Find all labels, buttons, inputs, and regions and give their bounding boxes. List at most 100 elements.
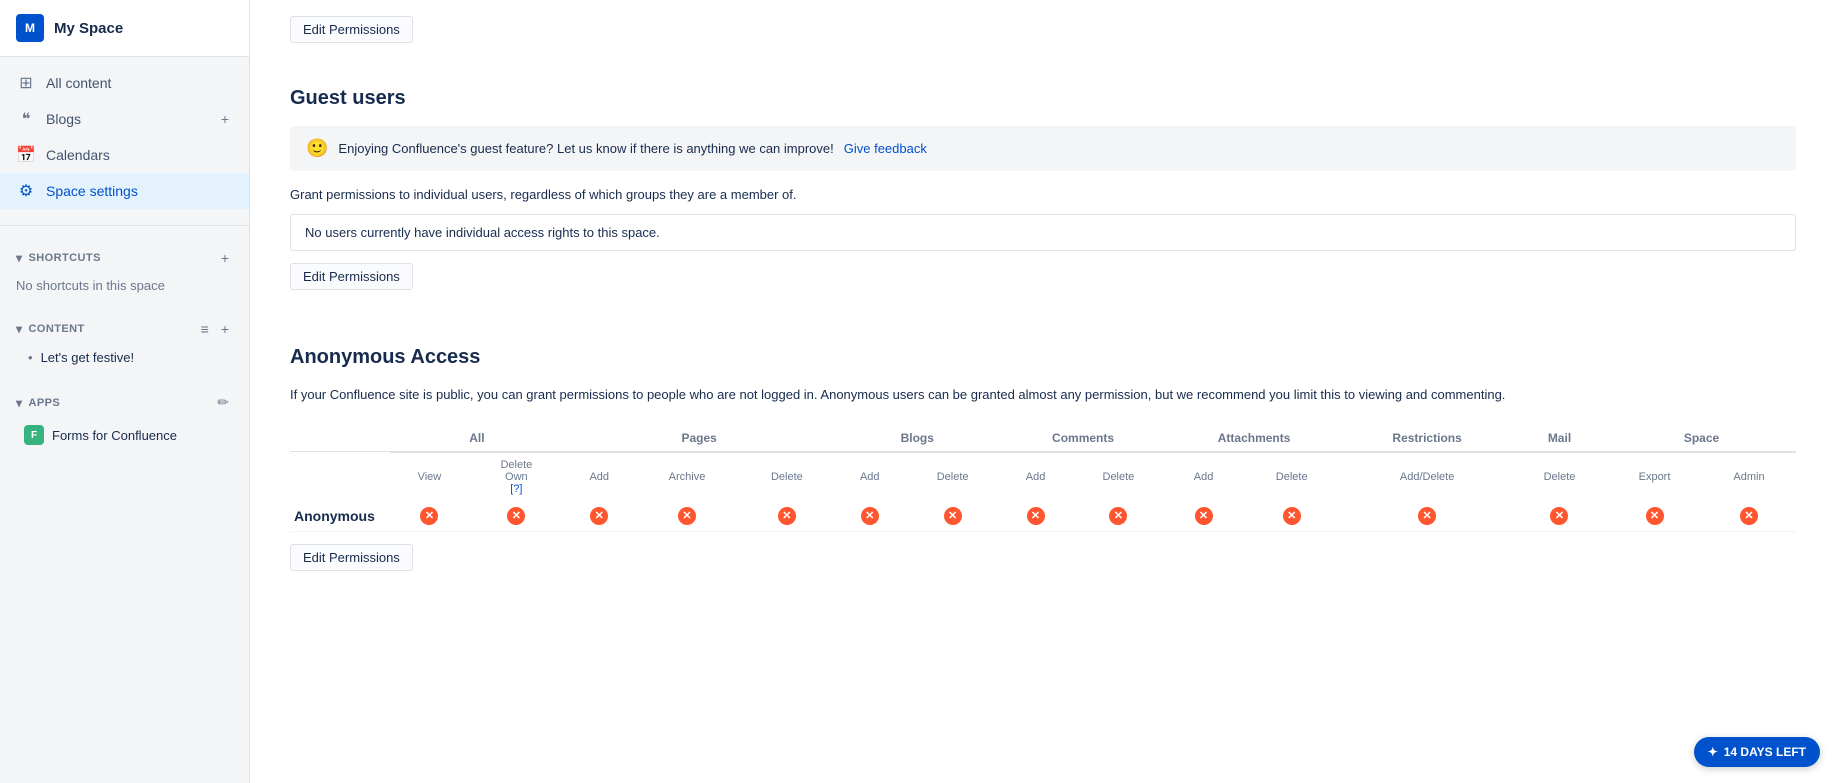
grant-permissions-text: Grant permissions to individual users, r… <box>290 187 1796 202</box>
sidebar-item-space-settings[interactable]: ⚙ Space settings <box>0 173 249 209</box>
anon-comments-delete-x-icon: ✕ <box>1109 507 1127 525</box>
all-delete-own-header: DeleteOwn[?] <box>469 452 564 501</box>
sidebar-item-space-settings-label: Space settings <box>46 183 138 199</box>
content-section: CONTENT ≡ + Let's get festive! <box>0 305 249 378</box>
anonymous-access-title: Anonymous Access <box>290 346 1796 369</box>
anon-space-export-cell: ✕ <box>1607 501 1702 532</box>
apps-item-forms[interactable]: F Forms for Confluence <box>0 419 249 451</box>
anon-space-admin-x-icon: ✕ <box>1740 507 1758 525</box>
comments-delete-header: Delete <box>1071 452 1166 501</box>
anon-pages-delete-x-icon: ✕ <box>778 507 796 525</box>
no-shortcuts-text: No shortcuts in this space <box>0 274 249 297</box>
top-section: Edit Permissions <box>290 0 1796 67</box>
shortcuts-section: SHORTCUTS + No shortcuts in this space <box>0 234 249 305</box>
shortcuts-header[interactable]: SHORTCUTS + <box>0 242 249 274</box>
anon-delete-own-x-icon: ✕ <box>507 507 525 525</box>
grid-icon: ⊞ <box>16 73 36 93</box>
sidebar-item-calendars-label: Calendars <box>46 147 110 163</box>
pages-archive-header: Archive <box>635 452 740 501</box>
blogs-group-header: Blogs <box>834 425 1000 452</box>
anon-restrictions-cell: ✕ <box>1342 501 1512 532</box>
anon-restrictions-x-icon: ✕ <box>1418 507 1436 525</box>
forms-app-icon: F <box>24 425 44 445</box>
sidebar-item-all-content[interactable]: ⊞ All content <box>0 65 249 101</box>
pages-group-header: Pages <box>564 425 835 452</box>
tooltip-link[interactable]: [?] <box>510 483 522 495</box>
main-content: Edit Permissions Guest users 🙂 Enjoying … <box>250 0 1836 783</box>
anon-space-admin-cell: ✕ <box>1702 501 1796 532</box>
space-admin-header: Admin <box>1702 452 1796 501</box>
anon-attachments-add-cell: ✕ <box>1166 501 1241 532</box>
anon-mail-delete-x-icon: ✕ <box>1550 507 1568 525</box>
permissions-table: All Pages Blogs Comments Attachments Res… <box>290 425 1796 532</box>
sidebar-item-all-content-label: All content <box>46 75 111 91</box>
apps-chevron-icon <box>16 396 22 410</box>
anon-delete-own-cell: ✕ <box>469 501 564 532</box>
content-header[interactable]: CONTENT ≡ + <box>0 313 249 345</box>
apps-header[interactable]: APPS ✏ <box>0 386 249 419</box>
trial-badge[interactable]: ✦ 14 DAYS LEFT <box>1694 737 1820 767</box>
anon-pages-archive-x-icon: ✕ <box>678 507 696 525</box>
anon-pages-archive-cell: ✕ <box>635 501 740 532</box>
anon-blogs-add-x-icon: ✕ <box>861 507 879 525</box>
anon-blogs-delete-x-icon: ✕ <box>944 507 962 525</box>
anon-blogs-delete-cell: ✕ <box>905 501 1000 532</box>
sidebar-header: M My Space <box>0 0 249 57</box>
restrictions-add-delete-header: Add/Delete <box>1342 452 1512 501</box>
shortcuts-heading: SHORTCUTS <box>28 252 100 264</box>
anon-edit-permissions-button[interactable]: Edit Permissions <box>290 544 413 571</box>
content-filter-button[interactable]: ≡ <box>197 319 213 339</box>
anon-pages-add-cell: ✕ <box>564 501 635 532</box>
pages-add-header: Add <box>564 452 635 501</box>
mail-delete-header: Delete <box>1512 452 1607 501</box>
shortcuts-chevron-icon <box>16 251 22 265</box>
empty-header-cell <box>290 425 390 452</box>
content-add-button[interactable]: + <box>217 319 233 339</box>
anonymous-row-label: Anonymous <box>290 501 390 532</box>
blogs-delete-header: Delete <box>905 452 1000 501</box>
guest-info-banner: 🙂 Enjoying Confluence's guest feature? L… <box>290 126 1796 171</box>
content-heading: CONTENT <box>28 323 84 335</box>
guest-edit-permissions-button[interactable]: Edit Permissions <box>290 263 413 290</box>
space-logo: M <box>16 14 44 42</box>
anonymous-access-section: Anonymous Access If your Confluence site… <box>290 346 1796 595</box>
trial-icon: ✦ <box>1708 745 1718 759</box>
table-group-header-row: All Pages Blogs Comments Attachments Res… <box>290 425 1796 452</box>
blogs-add-button[interactable]: + <box>217 109 233 129</box>
sidebar-nav-section: ⊞ All content ❝ Blogs + 📅 Calendars ⚙ Sp… <box>0 57 249 217</box>
space-export-header: Export <box>1607 452 1702 501</box>
shortcuts-add-button[interactable]: + <box>217 248 233 268</box>
sidebar-item-blogs[interactable]: ❝ Blogs + <box>0 101 249 137</box>
mail-group-header: Mail <box>1512 425 1607 452</box>
banner-text: Enjoying Confluence's guest feature? Let… <box>338 141 833 156</box>
content-item-festive[interactable]: Let's get festive! <box>0 345 249 370</box>
apps-edit-button[interactable]: ✏ <box>213 392 233 413</box>
guest-users-section: Guest users 🙂 Enjoying Confluence's gues… <box>290 87 1796 314</box>
guest-users-title: Guest users <box>290 87 1796 110</box>
top-edit-permissions-button[interactable]: Edit Permissions <box>290 16 413 43</box>
sidebar-item-calendars[interactable]: 📅 Calendars <box>0 137 249 173</box>
all-group-header: All <box>390 425 564 452</box>
give-feedback-link[interactable]: Give feedback <box>844 141 927 156</box>
attachments-group-header: Attachments <box>1166 425 1342 452</box>
content-item-festive-label: Let's get festive! <box>41 350 135 365</box>
sidebar: M My Space ⊞ All content ❝ Blogs + 📅 Cal… <box>0 0 250 783</box>
no-access-box: No users currently have individual acces… <box>290 214 1796 251</box>
apps-heading: APPS <box>28 397 60 409</box>
sidebar-item-blogs-label: Blogs <box>46 111 81 127</box>
comments-group-header: Comments <box>1000 425 1166 452</box>
apps-section: APPS ✏ F Forms for Confluence <box>0 378 249 459</box>
anon-attachments-delete-x-icon: ✕ <box>1283 507 1301 525</box>
anon-comments-delete-cell: ✕ <box>1071 501 1166 532</box>
row-label-header <box>290 452 390 501</box>
no-access-text: No users currently have individual acces… <box>305 225 660 240</box>
calendar-icon: 📅 <box>16 145 36 165</box>
restrictions-group-header: Restrictions <box>1342 425 1512 452</box>
attachments-delete-header: Delete <box>1241 452 1342 501</box>
gear-icon: ⚙ <box>16 181 36 201</box>
attachments-add-header: Add <box>1166 452 1241 501</box>
anon-attachments-add-x-icon: ✕ <box>1195 507 1213 525</box>
anon-view-cell: ✕ <box>390 501 469 532</box>
anon-comments-add-cell: ✕ <box>1000 501 1071 532</box>
pages-delete-header: Delete <box>739 452 834 501</box>
